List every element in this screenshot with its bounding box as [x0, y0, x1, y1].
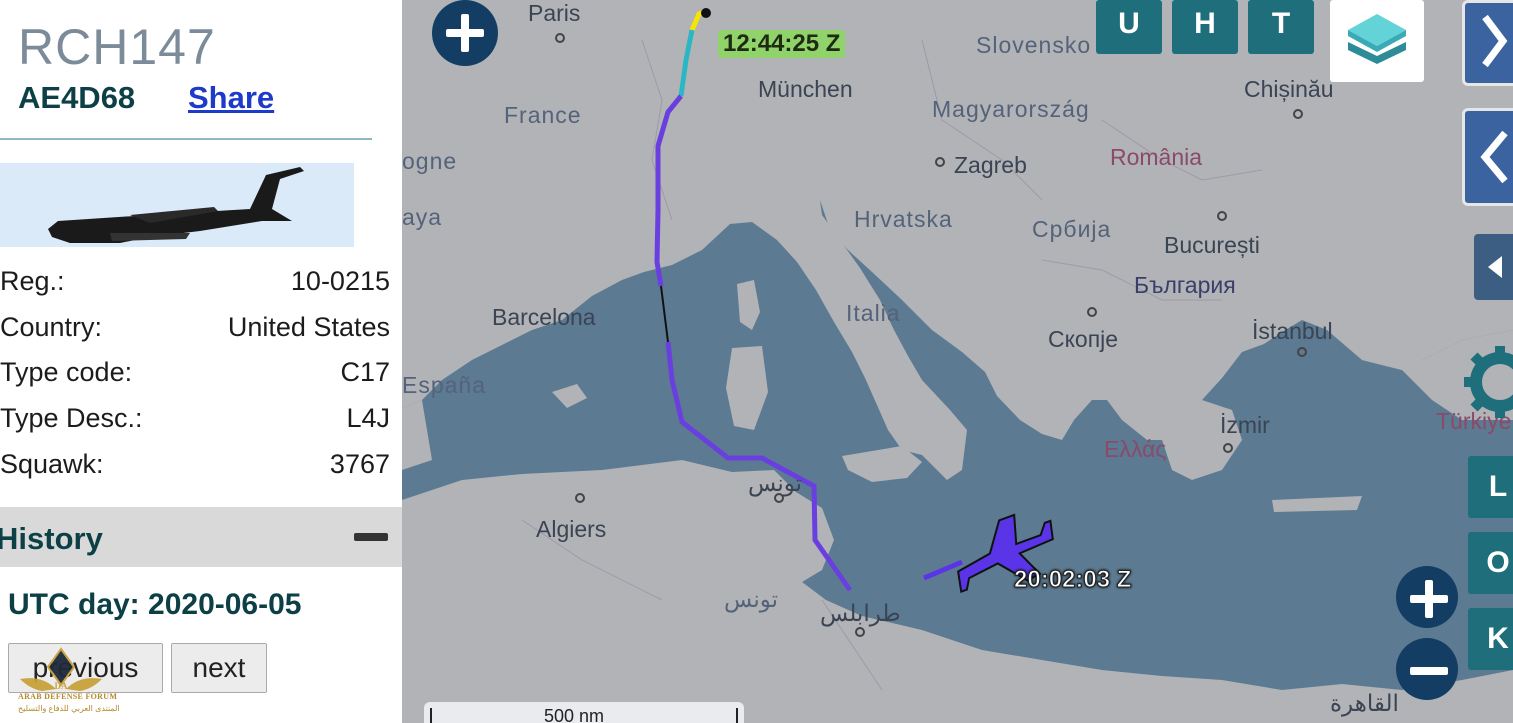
- place-bucuresti: București: [1164, 232, 1260, 258]
- detail-value: 10-0215: [290, 266, 390, 296]
- detail-row-type-desc: Type Desc.: L4J: [0, 403, 390, 443]
- c17-silhouette-icon: [48, 167, 304, 243]
- toggle-h-button[interactable]: H: [1172, 0, 1238, 54]
- collapse-minus-icon[interactable]: [354, 533, 388, 541]
- scale-label: 500 nm: [544, 706, 605, 723]
- gear-icon[interactable]: [1460, 340, 1513, 424]
- aircraft-silhouette-image: [0, 163, 354, 247]
- toggle-l-button[interactable]: L: [1468, 456, 1513, 518]
- place-ellas: Ελλάς: [1104, 436, 1167, 462]
- place-istanbul: İstanbul: [1252, 318, 1333, 344]
- detail-value: C17: [340, 357, 390, 387]
- current-position-time: 20:02:03 Z: [1013, 566, 1132, 594]
- place-zagreb: Zagreb: [954, 152, 1027, 178]
- track-start-time: 12:44:25 Z: [718, 30, 846, 58]
- history-title: History: [0, 521, 103, 556]
- next-button[interactable]: next: [171, 643, 267, 693]
- detail-value: 3767: [329, 449, 390, 479]
- place-italia: Italia: [846, 300, 901, 326]
- place-tunis: تونس: [748, 470, 803, 496]
- place-izmir: İzmir: [1220, 412, 1270, 438]
- detail-value: United States: [227, 312, 390, 342]
- place-hrvatska: Hrvatska: [854, 206, 953, 232]
- scale-bar: 500 nm: [424, 702, 744, 723]
- collapse-panel-button[interactable]: [1462, 108, 1513, 206]
- place-biscaya: aya: [402, 204, 443, 230]
- zoom-in-button[interactable]: [1396, 566, 1458, 628]
- detail-value: L4J: [346, 403, 390, 433]
- layers-button[interactable]: [1330, 0, 1424, 82]
- place-cairo: القاهرة: [1330, 690, 1399, 716]
- toggle-k-button[interactable]: K: [1468, 608, 1513, 670]
- place-srbija: Србија: [1032, 216, 1112, 242]
- place-romania: România: [1110, 144, 1203, 170]
- svg-text:DA: DA: [55, 681, 68, 691]
- place-bologne: ogne: [402, 148, 458, 174]
- place-tunisia: تونس: [724, 586, 779, 612]
- add-button[interactable]: [432, 0, 498, 66]
- place-magyarorszag: Magyarország: [932, 96, 1090, 122]
- toggle-t-button[interactable]: T: [1248, 0, 1314, 54]
- detail-row-type-code: Type code: C17: [0, 357, 390, 397]
- share-link[interactable]: Share: [188, 80, 274, 116]
- detail-label: Country:: [0, 312, 103, 342]
- place-tarabulus: طرابلس: [820, 600, 901, 626]
- place-paris: Paris: [528, 0, 581, 26]
- detail-row-squawk: Squawk: 3767: [0, 449, 390, 489]
- place-chisinau: Chișinău: [1244, 76, 1334, 102]
- divider: [0, 138, 372, 140]
- detail-label: Reg.:: [0, 266, 65, 296]
- detail-row-registration: Reg.: 10-0215: [0, 266, 390, 306]
- watermark-title: ARAB DEFENSE FORUM: [18, 692, 118, 701]
- place-slovensko: Slovensko: [976, 32, 1092, 58]
- detail-row-country: Country: United States: [0, 312, 390, 352]
- detail-label: Type Desc.:: [0, 403, 143, 433]
- callsign: RCH147: [18, 19, 216, 75]
- toggle-o-button[interactable]: O: [1468, 532, 1513, 594]
- history-header[interactable]: History: [0, 507, 402, 567]
- place-barcelona: Barcelona: [492, 304, 596, 330]
- icao-hex: AE4D68: [18, 80, 136, 115]
- expand-panel-button[interactable]: [1462, 0, 1513, 86]
- zoom-out-button[interactable]: [1396, 638, 1458, 700]
- detail-label: Squawk:: [0, 449, 104, 479]
- map-view[interactable]: Paris France München Slovensko Magyarors…: [402, 0, 1513, 723]
- place-espana: España: [402, 372, 487, 398]
- chevron-left-icon: [1480, 130, 1508, 184]
- place-balgaria: България: [1134, 272, 1236, 298]
- utc-day: UTC day: 2020-06-05: [8, 588, 302, 621]
- aircraft-info-panel: RCH147 AE4D68 Share Reg.: 10-0215 Countr…: [0, 0, 402, 723]
- triangle-left-icon: [1488, 256, 1502, 278]
- sidebar-toggle-button[interactable]: [1474, 234, 1513, 300]
- toggle-u-button[interactable]: U: [1096, 0, 1162, 54]
- chevron-right-icon: [1482, 14, 1508, 68]
- place-algiers: Algiers: [536, 516, 607, 542]
- place-france: France: [504, 102, 582, 128]
- place-munchen: München: [758, 76, 853, 102]
- layers-icon: [1348, 14, 1406, 64]
- place-skopje: Скопје: [1048, 326, 1119, 352]
- watermark-subtitle: المنتدى العربي للدفاع والتسليح: [18, 704, 120, 713]
- detail-label: Type code:: [0, 357, 133, 387]
